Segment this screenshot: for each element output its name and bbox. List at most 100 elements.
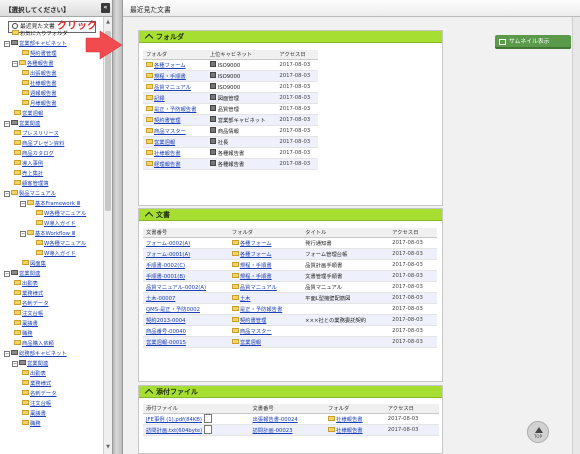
- tree-item[interactable]: 出張報告書: [22, 70, 57, 78]
- tree-item-label[interactable]: 職務: [22, 331, 33, 337]
- table-row[interactable]: 営業週報-00015 営業週報 2017-08-03: [143, 336, 437, 348]
- tree-item[interactable]: − 基本Framework Ⅲ: [20, 200, 80, 208]
- tree-item-label[interactable]: 営業関連: [19, 271, 40, 277]
- document-number-cell[interactable]: QMS-是正・予防0002: [143, 303, 229, 315]
- table-row[interactable]: 各種フォーム ISO9000 2017-08-03: [143, 59, 318, 71]
- tree-item-label[interactable]: 営業部キャビネット: [19, 41, 67, 47]
- tree-item-label[interactable]: プレスリリース: [22, 131, 59, 137]
- tree-item[interactable]: 稟議書: [22, 410, 46, 418]
- tree-item-label[interactable]: 名刺データ: [22, 301, 49, 307]
- tree-item[interactable]: 名刺データ: [22, 390, 57, 398]
- row-link[interactable]: 手順書-0002(C): [146, 263, 185, 269]
- folders-panel-header[interactable]: フォルダ: [139, 31, 442, 43]
- tree-scroll-thumb[interactable]: [105, 31, 111, 211]
- tree-item[interactable]: − 総務部キャビネット: [4, 350, 67, 358]
- tree-item-label[interactable]: 商品購入依頼: [22, 341, 54, 347]
- tree-item-label[interactable]: 稟議書: [22, 321, 38, 327]
- folder-cell[interactable]: 記録: [143, 92, 207, 104]
- folder-cell[interactable]: 規程・手順書: [228, 259, 303, 271]
- tree-item[interactable]: 業務様式: [22, 380, 51, 388]
- table-row[interactable]: 営業週報 社長 2017-08-03: [143, 136, 318, 148]
- column-header[interactable]: 上位キャビネット: [206, 50, 277, 60]
- folder-cell[interactable]: 社様報告書: [143, 147, 207, 159]
- table-row[interactable]: 手順書-0002(C) 規程・手順書 品質計画手順書 2017-08-03: [143, 259, 437, 271]
- table-row[interactable]: QMS-是正・予防0002 是正・予防報告書 2017-08-03: [143, 303, 437, 315]
- tree-item-label[interactable]: 注文台帳: [22, 311, 43, 317]
- tree-item-label[interactable]: 業務様式: [30, 381, 51, 387]
- document-number-cell[interactable]: 訪問計画-00023: [249, 424, 326, 436]
- row-link[interactable]: 商品マスター: [240, 329, 272, 335]
- table-row[interactable]: 土木-00007 土木 平面L型擁壁配筋図 2017-08-03: [143, 292, 437, 304]
- tree-item-label[interactable]: 総務部キャビネット: [19, 351, 67, 357]
- document-number-cell[interactable]: 営業週報-00015: [143, 336, 229, 348]
- collapse-toggle-icon[interactable]: −: [4, 191, 10, 197]
- table-row[interactable]: 是正・予防報告書 品質管理 2017-08-03: [143, 103, 318, 115]
- column-header[interactable]: 文書番号: [143, 228, 229, 238]
- row-link[interactable]: 規程・手順書: [240, 274, 272, 280]
- tree-item-label[interactable]: W導入ガイド: [44, 251, 76, 257]
- tree-item[interactable]: 出勤表: [22, 370, 46, 378]
- tree-item-label[interactable]: 商品プレゼン資料: [22, 141, 64, 147]
- tree-item-label[interactable]: 基本Framework Ⅲ: [35, 201, 80, 207]
- scroll-up-icon[interactable]: ▲: [105, 19, 111, 27]
- table-row[interactable]: 規程・手順書 ISO9000 2017-08-03: [143, 70, 318, 82]
- collapse-toggle-icon[interactable]: −: [4, 121, 10, 127]
- row-link[interactable]: QMS-是正・予防0002: [146, 307, 200, 313]
- tree-item-label[interactable]: 注文台帳: [30, 401, 51, 407]
- tree-item-label[interactable]: 業務様式: [22, 291, 43, 297]
- folder-cell[interactable]: 規程・手順書: [143, 70, 207, 82]
- column-header[interactable]: 添付ファイル: [143, 404, 250, 414]
- folder-cell[interactable]: 商品マスター: [143, 125, 207, 137]
- tree-item-label[interactable]: 月様報告書: [30, 101, 57, 107]
- tree-item[interactable]: プレスリリース: [14, 130, 59, 138]
- table-row[interactable]: 品質マニュアル-0002(A) 品質マニュアル 品質マニュアル 2017-08-03: [143, 281, 437, 293]
- row-link[interactable]: フォーム-0001(A): [146, 252, 190, 258]
- table-row[interactable]: 契約2013-0004 契約書管理 ×××社との業務委託契約 2017-08-03: [143, 314, 437, 326]
- tree-item-label[interactable]: 社様報告書: [30, 81, 57, 87]
- file-preview-icon[interactable]: [204, 425, 213, 434]
- row-link[interactable]: 契約書管理: [154, 118, 181, 124]
- attachment-cell[interactable]: JFE事例 (1).pdf(84KB): [143, 413, 250, 425]
- collapse-toggle-icon[interactable]: −: [20, 231, 26, 237]
- tree-item[interactable]: − 営業関連: [4, 270, 40, 278]
- row-link[interactable]: 商品マスター: [154, 129, 186, 135]
- tree-item-label[interactable]: 契約書管理: [30, 51, 57, 57]
- folder-cell[interactable]: 品質マニュアル: [228, 281, 303, 293]
- tree-item-label[interactable]: 基本Workflow Ⅲ: [35, 231, 75, 237]
- folder-cell[interactable]: 規程・手順書: [228, 270, 303, 282]
- folder-cell[interactable]: 是正・予防報告書: [228, 303, 303, 315]
- tree-item[interactable]: W導入ガイド: [36, 220, 76, 228]
- document-number-cell[interactable]: 出張報告書-00024: [249, 413, 326, 425]
- column-header[interactable]: フォルダ: [228, 228, 303, 238]
- column-header[interactable]: フォルダ: [325, 404, 385, 414]
- documents-panel-header[interactable]: 文書: [139, 209, 442, 221]
- row-link[interactable]: 規程・手順書: [154, 74, 186, 80]
- tree-item[interactable]: − 基本Workflow Ⅲ: [20, 230, 75, 238]
- folder-cell[interactable]: 契約書管理: [143, 114, 207, 126]
- scroll-down-icon[interactable]: ▼: [105, 444, 111, 452]
- row-link[interactable]: 品質マニュアル: [240, 285, 277, 291]
- table-row[interactable]: 商品番号-00040 商品マスター 2017-08-03: [143, 325, 437, 337]
- tree-item[interactable]: 月様報告書: [22, 100, 57, 108]
- collapse-toggle-icon[interactable]: −: [4, 41, 10, 47]
- row-link[interactable]: 訪問計画.txt(604byte): [146, 428, 202, 434]
- row-link[interactable]: 土木-00007: [146, 296, 175, 302]
- tree-item-label[interactable]: 営業関連: [19, 121, 40, 127]
- document-number-cell[interactable]: フォーム-0002(A): [143, 237, 229, 249]
- document-number-cell[interactable]: 商品番号-00040: [143, 325, 229, 337]
- tree-item[interactable]: − 営業部キャビネット: [4, 40, 67, 48]
- tree-item[interactable]: − 製品マニュアル: [4, 190, 56, 198]
- tree-item[interactable]: 図面集: [22, 260, 46, 268]
- collapse-toggle-icon[interactable]: −: [12, 61, 18, 67]
- attachment-cell[interactable]: 訪問計画.txt(604byte): [143, 424, 250, 436]
- row-link[interactable]: 各種フォーム: [240, 241, 272, 247]
- column-header[interactable]: アクセス日: [384, 404, 439, 414]
- tree-item[interactable]: 職務: [22, 420, 41, 428]
- row-link[interactable]: 社様報告書: [336, 428, 363, 434]
- tree-item-label[interactable]: 商品カタログ: [22, 151, 54, 157]
- document-number-cell[interactable]: フォーム-0001(A): [143, 248, 229, 260]
- table-row[interactable]: 社様報告書 各種報告書 2017-08-03: [143, 147, 318, 159]
- tree-item[interactable]: W導入ガイド: [36, 250, 76, 258]
- tree-item[interactable]: 営業週報: [14, 110, 43, 118]
- tree-item[interactable]: W各種マニュアル: [36, 210, 86, 218]
